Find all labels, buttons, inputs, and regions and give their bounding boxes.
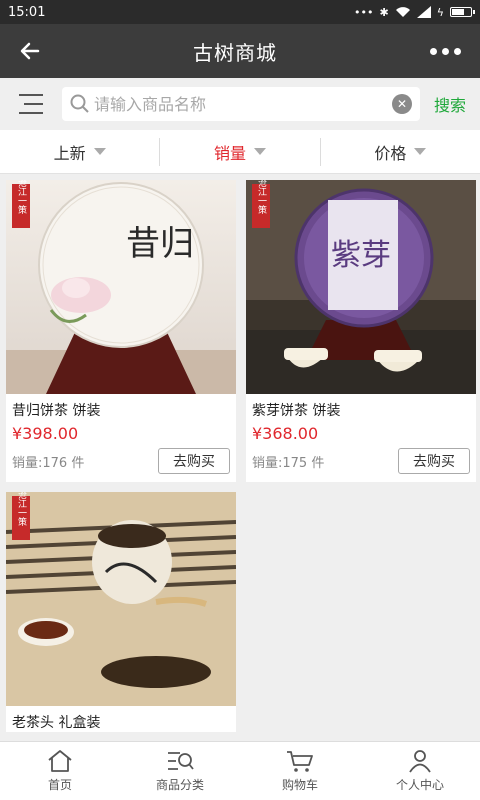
- caret-down-icon: [254, 148, 266, 155]
- caret-down-icon: [414, 148, 427, 155]
- seal-text: 沧江一策: [16, 492, 27, 527]
- charging-icon: ϟ: [436, 5, 444, 19]
- bottom-tab-bar: 首页 商品分类 购物车 个人中心: [0, 741, 480, 800]
- tab-label: 首页: [47, 778, 72, 792]
- product-name: 老茶头 礼盒装: [12, 715, 101, 731]
- product-price: ¥398.00: [12, 424, 79, 443]
- sort-newest[interactable]: 上新: [0, 138, 159, 166]
- more-dots-icon: •••: [354, 5, 374, 19]
- seal-text: 沧江一策: [256, 180, 267, 215]
- more-dot: [429, 47, 437, 55]
- product-card[interactable]: 紫芽 沧江一策 紫芽饼茶 饼装 ¥368.00 销量:175 件 去购买: [246, 180, 476, 482]
- more-dot: [441, 47, 449, 55]
- cake-label-text: 昔归: [126, 224, 194, 264]
- product-name: 紫芽饼茶 饼装: [252, 403, 341, 419]
- product-image: 昔归 沧江一策: [6, 180, 236, 394]
- status-bar: 15:01 ••• ✱ ϟ: [0, 0, 480, 24]
- product-price: ¥368.00: [252, 424, 319, 443]
- battery-icon: [450, 7, 475, 17]
- more-dot: [453, 47, 461, 55]
- tab-profile[interactable]: 个人中心: [360, 742, 480, 800]
- clear-icon[interactable]: ✕: [392, 94, 412, 114]
- tab-label: 个人中心: [395, 778, 444, 792]
- back-button[interactable]: [0, 24, 60, 78]
- sort-label: 销量: [213, 143, 246, 163]
- more-button[interactable]: [410, 24, 480, 78]
- user-icon: [409, 750, 431, 773]
- seal-text: 沧江一策: [16, 180, 27, 215]
- menu-icon: [19, 94, 43, 114]
- search-icon: [70, 94, 89, 113]
- product-sales: 销量:176 件: [12, 455, 85, 471]
- product-sales: 销量:175 件: [252, 455, 325, 471]
- caret-down-icon: [93, 148, 106, 155]
- sort-price[interactable]: 价格: [319, 137, 480, 166]
- wifi-icon: [395, 7, 410, 17]
- cake-label-text: 紫芽: [331, 238, 391, 273]
- tab-categories[interactable]: 商品分类: [120, 742, 240, 800]
- sort-sales[interactable]: 销量: [159, 137, 319, 166]
- sort-bar: 上新 销量 价格: [0, 130, 480, 174]
- product-name: 昔归饼茶 饼装: [12, 403, 101, 419]
- category-search-icon: [168, 752, 194, 770]
- search-box: ✕: [62, 87, 420, 121]
- sort-label: 价格: [374, 143, 407, 163]
- signal-icon: [416, 6, 431, 18]
- status-icons: ••• ✱ ϟ: [354, 5, 475, 19]
- tab-label: 购物车: [281, 778, 318, 792]
- product-image: 沧江一策: [6, 492, 236, 706]
- cart-icon: [287, 751, 313, 772]
- tab-label: 商品分类: [155, 778, 204, 792]
- search-input[interactable]: [94, 94, 392, 114]
- back-arrow-icon: [20, 42, 40, 60]
- page-title: 古树商城: [193, 40, 277, 65]
- product-card[interactable]: 昔归 沧江一策 昔归饼茶 饼装 ¥398.00 销量:176 件 去购买: [6, 180, 236, 482]
- sort-label: 上新: [53, 143, 86, 163]
- product-image: 紫芽 沧江一策: [246, 180, 476, 394]
- bluetooth-icon: ✱: [379, 5, 389, 19]
- app-header: 古树商城: [0, 24, 480, 78]
- buy-button[interactable]: 去购买: [158, 448, 230, 474]
- tab-cart[interactable]: 购物车: [240, 742, 360, 800]
- home-icon: [48, 750, 72, 772]
- buy-button[interactable]: 去购买: [398, 448, 470, 474]
- search-row: ✕ 搜索: [0, 78, 480, 130]
- search-button[interactable]: 搜索: [420, 92, 480, 116]
- category-menu-button[interactable]: [0, 78, 62, 130]
- product-card[interactable]: 沧江一策 老茶头 礼盒装: [6, 492, 236, 732]
- status-time: 15:01: [8, 4, 46, 20]
- tab-home[interactable]: 首页: [0, 742, 120, 800]
